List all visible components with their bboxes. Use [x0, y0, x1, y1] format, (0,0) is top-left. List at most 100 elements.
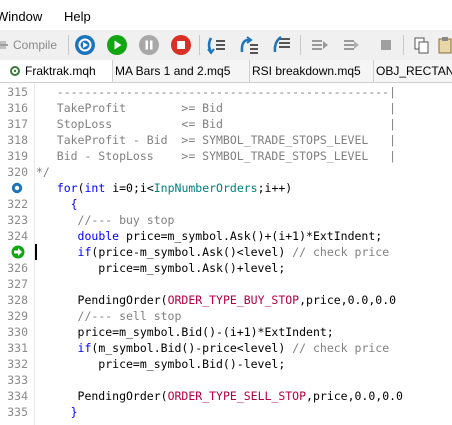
- line-number: 323: [7, 213, 28, 227]
- code-line[interactable]: 326 price=m_symbol.Ask()+level;: [0, 260, 452, 276]
- code-text: //--- buy stop: [77, 213, 175, 227]
- line-number: 335: [7, 405, 28, 419]
- line-number: 318: [7, 133, 28, 147]
- clipboard-icon: [438, 37, 452, 54]
- line-number: 322: [7, 197, 28, 211]
- step-into-icon: [207, 37, 225, 55]
- debug-start-icon: [75, 35, 95, 55]
- code-editor[interactable]: 315 ------------------------------------…: [0, 83, 452, 425]
- code-line[interactable]: 324 double price=m_symbol.Ask()+(i+1)*Ex…: [0, 228, 452, 244]
- code-line[interactable]: 333: [0, 372, 452, 388]
- menu-help[interactable]: Help: [64, 9, 91, 24]
- settings-icon: [10, 66, 20, 76]
- compile-button[interactable]: Compile: [0, 33, 57, 57]
- code-line[interactable]: 328 PendingOrder(ORDER_TYPE_BUY_STOP,pri…: [0, 292, 452, 308]
- stop-profiling-button[interactable]: [376, 33, 396, 57]
- square-stop-icon: [381, 40, 391, 50]
- tab-rsi-breakdown[interactable]: RSI breakdown.mq5: [240, 60, 374, 82]
- code-text: }: [70, 405, 78, 419]
- step-out-icon: [273, 35, 290, 53]
- menu-window-label: Window: [0, 9, 43, 24]
- code-text: ----------------------------------------…: [36, 85, 397, 99]
- menu-window[interactable]: Window: [0, 9, 42, 24]
- code-text: Bid - StopLoss >= SYMBOL_TRADE_STOPS_LEV…: [36, 149, 397, 163]
- outdent-button[interactable]: [342, 33, 362, 57]
- code-text: price=m_symbol.Bid()-(i+1)*ExtIndent;: [36, 325, 334, 339]
- tab-ma-bars[interactable]: MA Bars 1 and 2.mq5: [103, 60, 250, 82]
- code-text: price=m_symbol.Ask()+level;: [36, 261, 286, 275]
- line-number: 315: [7, 85, 28, 99]
- step-over-icon: [240, 36, 258, 54]
- code-text: PendingOrder(ORDER_TYPE_BUY_STOP,price,0…: [36, 293, 397, 307]
- tab-fraktrak[interactable]: Fraktrak.mqh: [0, 60, 113, 82]
- code-line[interactable]: 335 }: [0, 404, 452, 420]
- line-number: 317: [7, 117, 28, 131]
- file-tabs: Fraktrak.mqh MA Bars 1 and 2.mq5 RSI bre…: [0, 60, 452, 83]
- line-number: 319: [7, 149, 28, 163]
- menu-bar: Window Help: [0, 0, 452, 30]
- code-line[interactable]: 334 PendingOrder(ORDER_TYPE_SELL_STOP,pr…: [0, 388, 452, 404]
- line-number: 333: [7, 373, 28, 387]
- line-number: 330: [7, 325, 28, 339]
- code-line[interactable]: 325 if(price-m_symbol.Ask()<level) // ch…: [0, 244, 452, 260]
- play-icon: [107, 35, 127, 55]
- tab-label: Fraktrak.mqh: [25, 64, 96, 78]
- stop-button[interactable]: [170, 33, 192, 57]
- toolbar-separator: [199, 35, 200, 55]
- line-number: 327: [7, 277, 28, 291]
- code-line[interactable]: 318 TakeProfit - Bid >= SYMBOL_TRADE_STO…: [0, 132, 452, 148]
- code-text: StopLoss <= Bid |: [36, 117, 397, 131]
- tab-label: RSI breakdown.mq5: [252, 64, 361, 78]
- toolbar-separator: [403, 35, 404, 55]
- copy-icon: [414, 37, 429, 54]
- step-over-button[interactable]: [238, 33, 260, 57]
- menu-help-label: Help: [64, 9, 91, 24]
- toolbar-separator: [300, 35, 301, 55]
- start-button[interactable]: [106, 33, 128, 57]
- line-number: 316: [7, 101, 28, 115]
- compile-label: Compile: [13, 38, 58, 52]
- code-text: //--- sell stop: [77, 309, 182, 323]
- code-text: {: [70, 197, 78, 211]
- line-number: 332: [7, 357, 28, 371]
- code-line[interactable]: 327: [0, 276, 452, 292]
- code-line[interactable]: 317 StopLoss <= Bid |: [0, 116, 452, 132]
- code-line[interactable]: 319 Bid - StopLoss >= SYMBOL_TRADE_STOPS…: [0, 148, 452, 164]
- current-line-arrow-icon: [11, 245, 25, 259]
- pause-button[interactable]: [138, 33, 160, 57]
- line-number: 324: [7, 229, 28, 243]
- code-line[interactable]: 320 */: [0, 164, 452, 180]
- line-number: 326: [7, 261, 28, 275]
- code-line[interactable]: 322 {: [0, 196, 452, 212]
- debug-start-button[interactable]: [74, 33, 96, 57]
- code-line[interactable]: 330 price=m_symbol.Bid()-(i+1)*ExtIndent…: [0, 324, 452, 340]
- code-text: if(price-m_symbol.Ask()<level) // check …: [77, 245, 390, 259]
- code-line[interactable]: 315 ------------------------------------…: [0, 84, 452, 100]
- step-into-button[interactable]: [205, 33, 227, 57]
- toolbar: Compile: [0, 30, 452, 61]
- indent-icon: [312, 40, 328, 50]
- copy-button[interactable]: [412, 33, 432, 57]
- breakpoint-icon[interactable]: [11, 182, 23, 194]
- tab-label: OBJ_RECTAN: [376, 64, 452, 78]
- code-line[interactable]: 316 TakeProfit >= Bid |: [0, 100, 452, 116]
- paste-button[interactable]: [438, 33, 452, 57]
- code-text: */: [36, 165, 50, 179]
- code-line[interactable]: 329 //--- sell stop: [0, 308, 452, 324]
- pause-icon: [139, 35, 159, 55]
- tab-obj-rectangle[interactable]: OBJ_RECTAN: [364, 60, 452, 82]
- indent-button[interactable]: [310, 33, 330, 57]
- code-text: double price=m_symbol.Ask()+(i+1)*ExtInd…: [77, 229, 383, 243]
- code-line[interactable]: 332 price=m_symbol.Bid()-level;: [0, 356, 452, 372]
- code-line[interactable]: 331 if(m_symbol.Bid()-price<level) // ch…: [0, 340, 452, 356]
- code-text: if(m_symbol.Bid()-price<level) // check …: [77, 341, 390, 355]
- code-text: PendingOrder(ORDER_TYPE_SELL_STOP,price,…: [36, 389, 403, 403]
- code-line[interactable]: 321 for(int i=0;i<InpNumberOrders;i++): [0, 180, 452, 196]
- outdent-icon: [344, 40, 359, 50]
- line-number: 331: [7, 341, 28, 355]
- compile-icon: [0, 38, 10, 52]
- code-text: TakeProfit - Bid >= SYMBOL_TRADE_STOPS_L…: [36, 133, 397, 147]
- step-out-button[interactable]: [270, 33, 292, 57]
- code-text: for(int i=0;i<InpNumberOrders;i++): [56, 181, 293, 195]
- code-line[interactable]: 323 //--- buy stop: [0, 212, 452, 228]
